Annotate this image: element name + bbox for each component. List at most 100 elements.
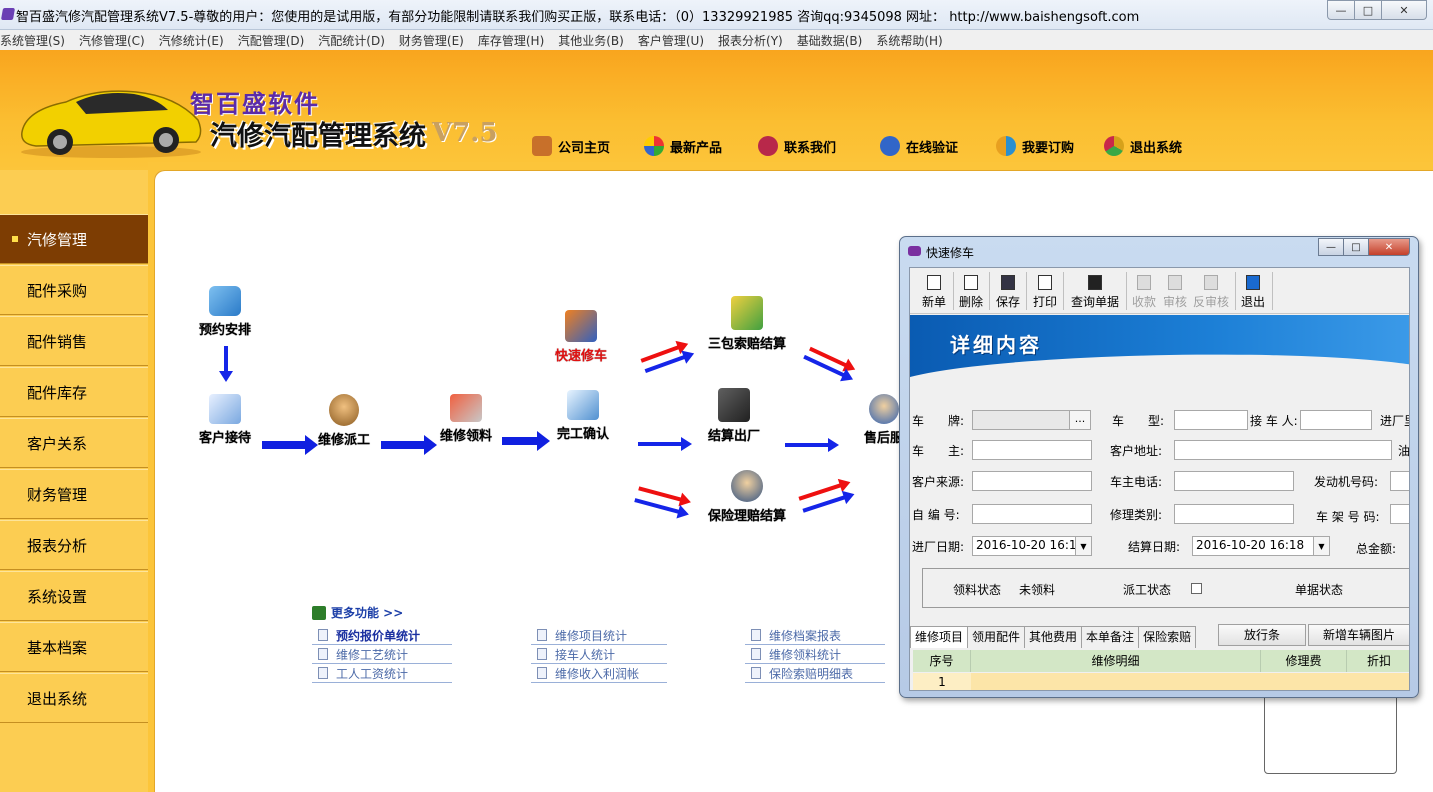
tab-other-fees[interactable]: 其他费用: [1024, 626, 1083, 648]
menu-customer[interactable]: 客户管理(U): [638, 32, 704, 49]
menu-inventory[interactable]: 库存管理(H): [478, 32, 544, 49]
sidebar-item-sales[interactable]: 配件销售: [0, 316, 148, 366]
new-button[interactable]: 新单: [916, 272, 952, 310]
minimize-button[interactable]: —: [1327, 0, 1355, 20]
settle-date-select[interactable]: 2016-10-20 16:18 ▼: [1192, 536, 1330, 556]
dispatch-status-checkbox[interactable]: [1191, 583, 1202, 594]
menu-help[interactable]: 系统帮助(H): [876, 32, 942, 49]
plate-input[interactable]: [972, 410, 1070, 430]
table-row[interactable]: 1: [913, 673, 1409, 690]
flow-completion[interactable]: 完工确认: [557, 390, 609, 442]
tab-notes[interactable]: 本单备注: [1081, 626, 1140, 648]
engine-no-input[interactable]: [1390, 471, 1409, 491]
menu-parts[interactable]: 汽配管理(D): [238, 32, 305, 49]
link-label: 工人工资统计: [336, 666, 409, 681]
sidebar-item-label: 客户关系: [27, 434, 88, 453]
sidebar-item-purchase[interactable]: 配件采购: [0, 265, 148, 315]
unaudit-icon: [1204, 275, 1218, 290]
tab-parts-used[interactable]: 领用配件: [967, 626, 1026, 648]
save-button[interactable]: 保存: [992, 272, 1024, 310]
dialog-minimize-button[interactable]: —: [1318, 238, 1344, 256]
unaudit-button[interactable]: 反审核: [1191, 272, 1231, 310]
flow-settlement[interactable]: 结算出厂: [708, 388, 760, 444]
nav-exit[interactable]: 退出系统: [1104, 134, 1182, 158]
entry-date-select[interactable]: 2016-10-20 16:18 ▼: [972, 536, 1092, 556]
menu-parts-stats[interactable]: 汽配统计(D): [318, 32, 385, 49]
owner-label: 车 主:: [912, 444, 965, 458]
menu-system[interactable]: 系统管理(S): [0, 32, 65, 49]
owner-input[interactable]: [972, 440, 1092, 460]
link-profit-ledger[interactable]: 维修收入利润帐: [531, 664, 667, 683]
repair-grid-header: 序号 维修明细 修理费 折扣: [913, 650, 1409, 672]
phone-input[interactable]: [1174, 471, 1294, 491]
link-insurance-detail[interactable]: 保险索赔明细表: [745, 664, 885, 683]
flow-reception[interactable]: 客户接待: [199, 394, 251, 446]
nav-verify[interactable]: 在线验证: [880, 134, 958, 158]
delete-button[interactable]: 删除: [955, 272, 987, 310]
flow-warranty-claim[interactable]: 三包索赔结算: [708, 296, 786, 352]
source-input[interactable]: [972, 471, 1092, 491]
flow-quick-repair[interactable]: 快速修车: [555, 310, 607, 364]
flow-after-sales[interactable]: 售后服: [864, 394, 903, 446]
tab-repair-items[interactable]: 维修项目: [910, 626, 969, 648]
sidebar-item-archive[interactable]: 基本档案: [0, 622, 148, 672]
sidebar-item-reports[interactable]: 报表分析: [0, 520, 148, 570]
flow-material[interactable]: 维修领料: [440, 394, 492, 444]
sidebar-item-label: 配件库存: [27, 383, 88, 402]
release-slip-button[interactable]: 放行条: [1218, 624, 1306, 646]
close-button[interactable]: ✕: [1381, 0, 1427, 20]
dialog-close-button[interactable]: ✕: [1368, 238, 1410, 256]
self-no-input[interactable]: [972, 504, 1092, 524]
arrow-down: [219, 346, 233, 382]
sidebar-item-repair[interactable]: 汽修管理: [0, 214, 148, 264]
heart-icon: [758, 136, 778, 156]
link-receiver-stats[interactable]: 接车人统计: [531, 645, 667, 664]
maximize-button[interactable]: □: [1354, 0, 1382, 20]
more-functions-title[interactable]: 更多功能 >>: [312, 604, 403, 621]
repair-type-input[interactable]: [1174, 504, 1294, 524]
dialog-maximize-button[interactable]: □: [1343, 238, 1369, 256]
receiver-input[interactable]: [1300, 410, 1372, 430]
menu-basic-data[interactable]: 基础数据(B): [797, 32, 863, 49]
arrow-blue: [785, 438, 839, 452]
nav-order[interactable]: 我要订购: [996, 134, 1074, 158]
dialog-controls: — □ ✕: [1318, 238, 1410, 256]
link-material-stats[interactable]: 维修领料统计: [745, 645, 885, 664]
sports-car-logo: [21, 90, 202, 158]
receiver-label: 接 车 人:: [1250, 414, 1298, 428]
model-input[interactable]: [1174, 410, 1248, 430]
nav-products[interactable]: 最新产品: [644, 134, 722, 158]
link-wage-stats[interactable]: 工人工资统计: [312, 664, 452, 683]
sidebar-item-finance[interactable]: 财务管理: [0, 469, 148, 519]
add-vehicle-photo-button[interactable]: 新增车辆图片: [1308, 624, 1409, 646]
link-archive-report[interactable]: 维修档案报表: [745, 626, 885, 645]
address-input[interactable]: [1174, 440, 1392, 460]
exit-button[interactable]: 退出: [1238, 272, 1268, 310]
flow-dispatch[interactable]: 维修派工: [318, 394, 370, 448]
collect-button[interactable]: 收款: [1129, 272, 1159, 310]
print-button[interactable]: 打印: [1029, 272, 1061, 310]
flow-appointment[interactable]: 预约安排: [199, 286, 251, 338]
flow-insurance-claim[interactable]: 保险理赔结算: [708, 470, 786, 524]
menu-reports[interactable]: 报表分析(Y): [718, 32, 783, 49]
menu-repair[interactable]: 汽修管理(C): [79, 32, 145, 49]
plate-lookup-button[interactable]: ...: [1069, 410, 1091, 430]
menu-repair-stats[interactable]: 汽修统计(E): [159, 32, 224, 49]
vin-input[interactable]: [1390, 504, 1409, 524]
sidebar-item-settings[interactable]: 系统设置: [0, 571, 148, 621]
sidebar-item-inventory[interactable]: 配件库存: [0, 367, 148, 417]
sidebar-item-customer[interactable]: 客户关系: [0, 418, 148, 468]
sidebar-item-exit[interactable]: 退出系统: [0, 673, 148, 723]
tab-insurance-claim[interactable]: 保险索赔: [1138, 626, 1197, 648]
flow-material-label: 维修领料: [440, 429, 493, 444]
query-button[interactable]: 查询单据: [1066, 272, 1124, 310]
link-process-stats[interactable]: 维修工艺统计: [312, 645, 452, 664]
nav-contact[interactable]: 联系我们: [758, 134, 836, 158]
menu-other[interactable]: 其他业务(B): [558, 32, 624, 49]
engine-no-label: 发动机号码:: [1314, 475, 1379, 489]
link-item-stats[interactable]: 维修项目统计: [531, 626, 667, 645]
menu-finance[interactable]: 财务管理(E): [399, 32, 464, 49]
audit-button[interactable]: 审核: [1160, 272, 1190, 310]
link-quote-stats[interactable]: 预约报价单统计: [312, 626, 452, 645]
nav-home[interactable]: 公司主页: [532, 134, 610, 158]
